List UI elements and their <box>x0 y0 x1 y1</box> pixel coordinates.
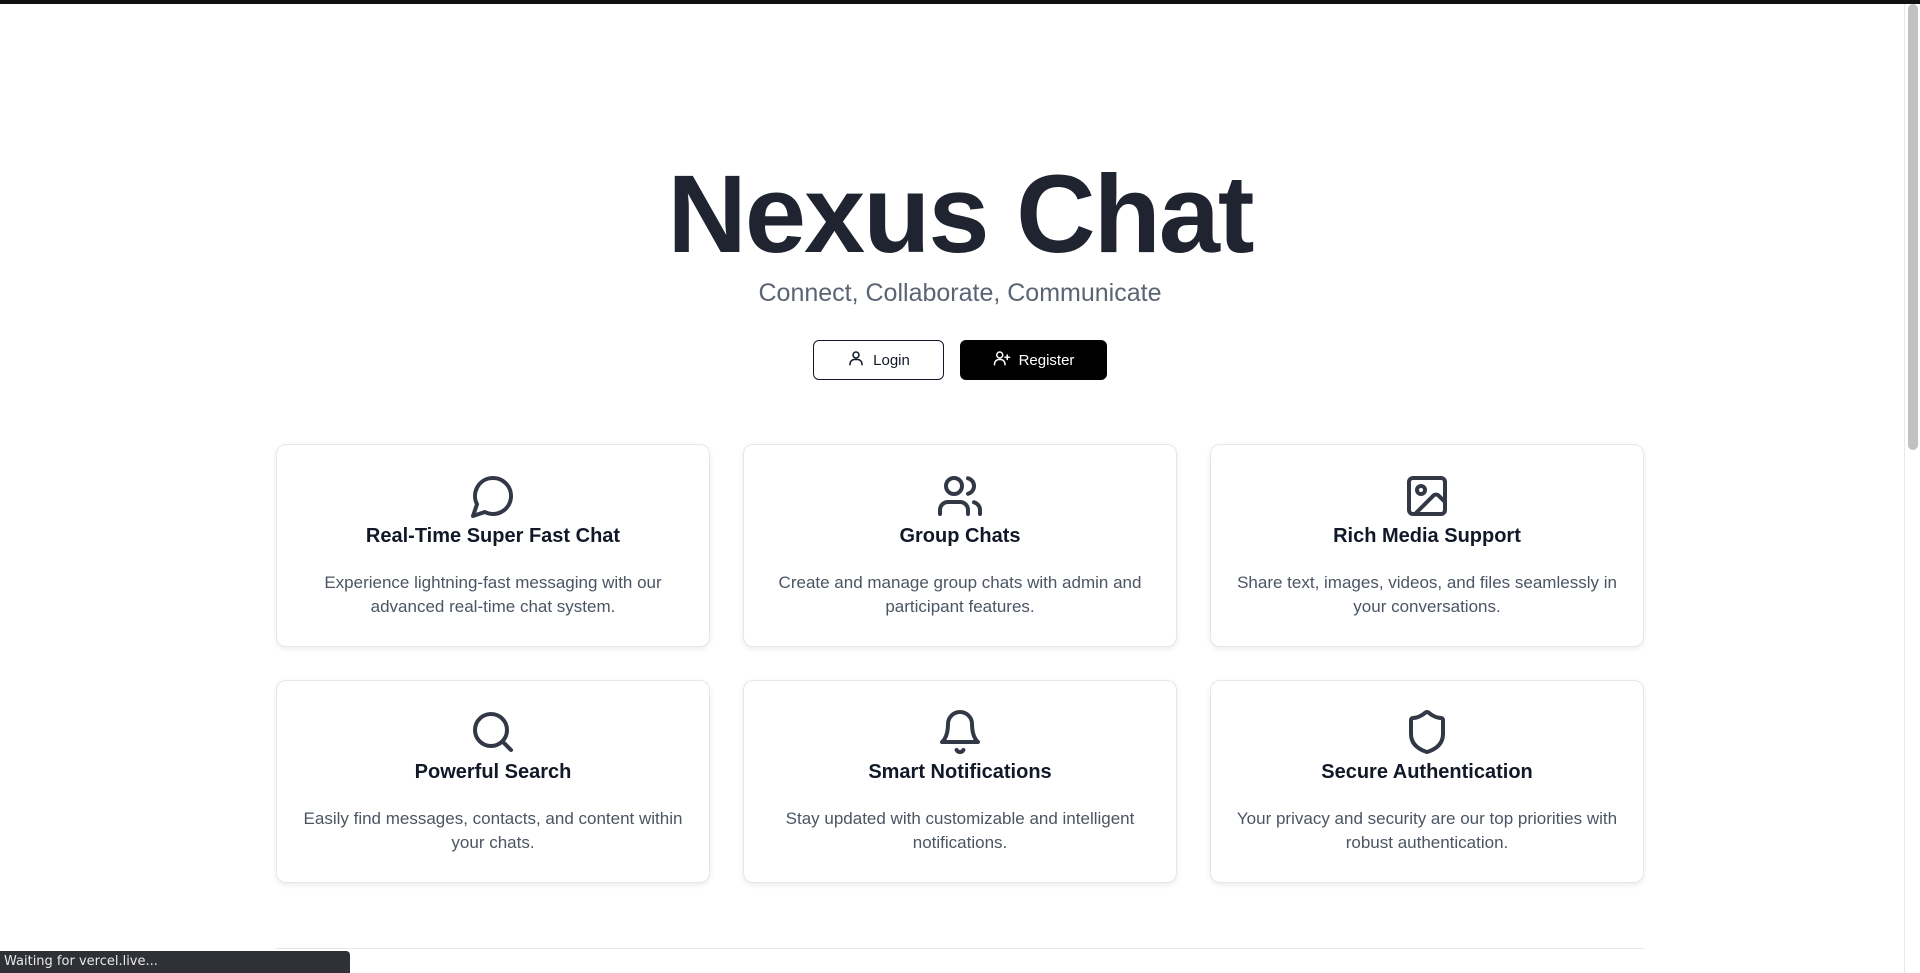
page-title: Nexus Chat <box>667 153 1254 276</box>
shield-icon <box>1403 708 1451 756</box>
feature-title: Rich Media Support <box>1333 525 1521 547</box>
auth-actions: Login Register <box>0 340 1920 380</box>
feature-title: Group Chats <box>899 525 1021 547</box>
register-button-label: Register <box>1018 351 1075 369</box>
feature-title: Smart Notifications <box>868 761 1052 783</box>
feature-card-notifications: Smart Notifications Stay updated with cu… <box>743 680 1177 883</box>
search-icon <box>469 708 517 756</box>
image-icon <box>1403 472 1451 520</box>
feature-card-realtime-chat: Real-Time Super Fast Chat Experience lig… <box>276 444 710 647</box>
feature-description: Your privacy and security are our top pr… <box>1236 809 1618 852</box>
message-circle-icon <box>469 472 517 520</box>
feature-description: Share text, images, videos, and files se… <box>1237 573 1617 616</box>
feature-title: Secure Authentication <box>1321 761 1533 783</box>
page-scrollbar-thumb[interactable] <box>1908 4 1918 450</box>
users-icon <box>936 472 984 520</box>
features-grid: Real-Time Super Fast Chat Experience lig… <box>276 444 1644 883</box>
feature-description: Experience lightning-fast messaging with… <box>324 573 662 616</box>
feature-card-authentication: Secure Authentication Your privacy and s… <box>1210 680 1644 883</box>
feature-description: Easily find messages, contacts, and cont… <box>303 809 683 852</box>
bell-icon <box>936 708 984 756</box>
feature-title: Powerful Search <box>414 761 572 783</box>
landing-page: Nexus Chat Connect, Collaborate, Communi… <box>0 0 1905 973</box>
feature-card-search: Powerful Search Easily find messages, co… <box>276 680 710 883</box>
page-subtitle: Connect, Collaborate, Communicate <box>758 279 1162 307</box>
feature-description: Create and manage group chats with admin… <box>778 573 1142 616</box>
browser-status-bar: Waiting for vercel.live... <box>0 951 350 973</box>
feature-card-rich-media: Rich Media Support Share text, images, v… <box>1210 444 1644 647</box>
feature-description: Stay updated with customizable and intel… <box>785 809 1135 852</box>
register-button[interactable]: Register <box>960 340 1107 380</box>
footer-divider <box>276 948 1644 949</box>
login-button-label: Login <box>873 351 910 369</box>
feature-title: Real-Time Super Fast Chat <box>365 525 621 547</box>
feature-card-group-chats: Group Chats Create and manage group chat… <box>743 444 1177 647</box>
user-icon <box>847 349 865 371</box>
login-button[interactable]: Login <box>813 340 944 380</box>
user-plus-icon <box>993 349 1011 371</box>
